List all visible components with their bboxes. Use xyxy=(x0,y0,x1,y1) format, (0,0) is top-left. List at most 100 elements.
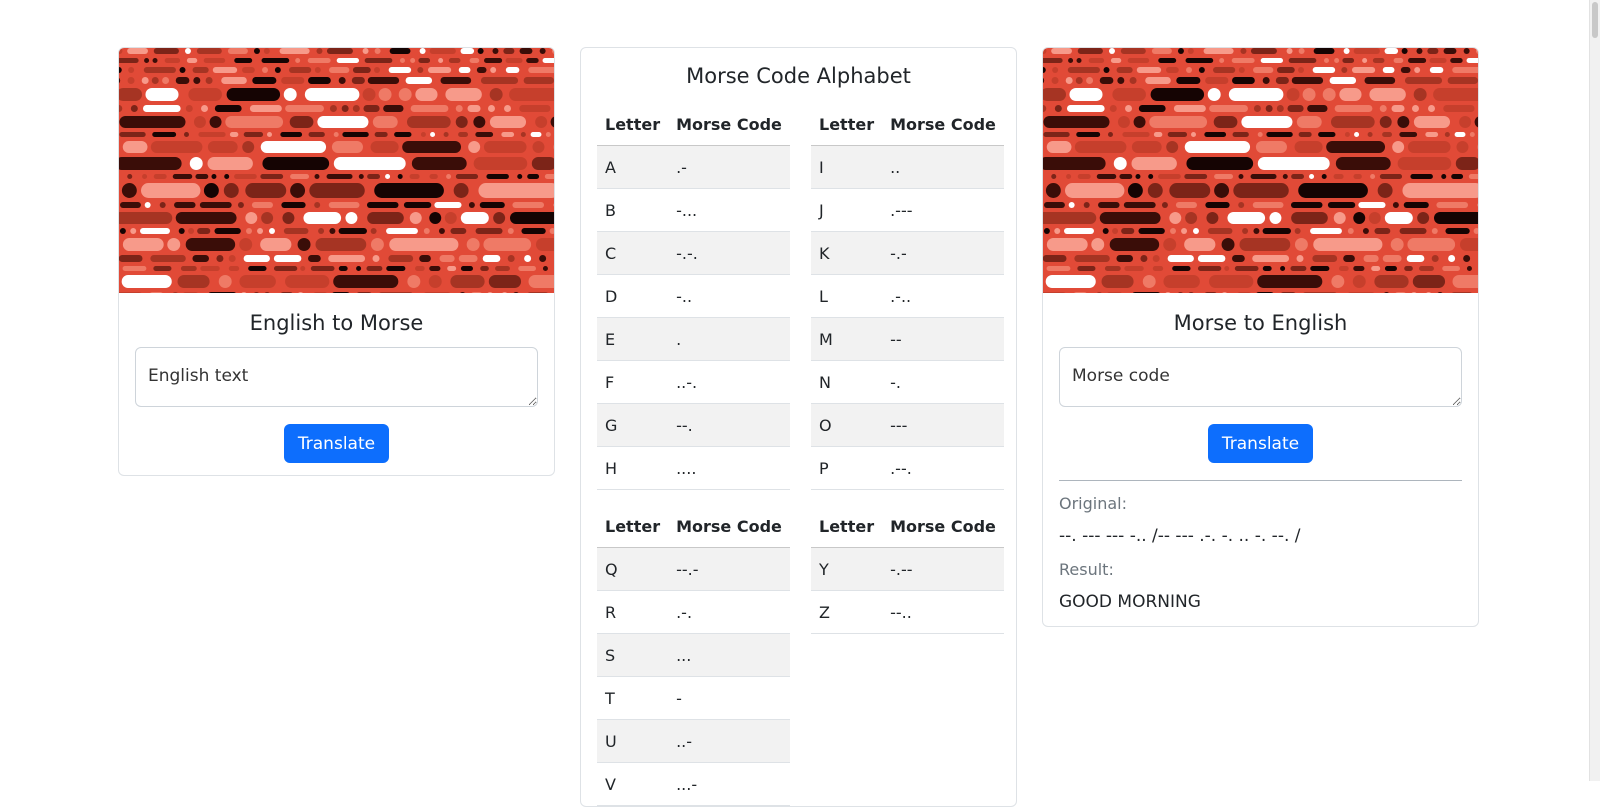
morse-code-cell: - xyxy=(668,676,790,720)
letter-cell: B xyxy=(597,188,669,232)
morse-code-cell: .... xyxy=(668,446,790,490)
alphabet-row: O --- xyxy=(811,403,1004,447)
translate-to-english-button[interactable]: Translate xyxy=(1207,424,1314,463)
alphabet-row: A .- xyxy=(597,145,790,189)
alphabet-row: P .--. xyxy=(811,446,1004,490)
morse-code-cell: .. xyxy=(882,145,1004,189)
morse-code-cell: ... xyxy=(668,633,790,677)
letter-cell: Z xyxy=(811,590,883,634)
alphabet-table-q-x: Letter Morse Code Q --.- R .-. S... T - U ..- V ...- xyxy=(597,505,790,806)
letter-cell: L xyxy=(811,274,883,318)
letter-cell: T xyxy=(597,676,669,720)
result-label: Result: xyxy=(1059,560,1114,579)
alphabet-row: I.. xyxy=(811,145,1004,189)
result-value: GOOD MORNING xyxy=(1059,592,1201,612)
alphabet-row: Q --.- xyxy=(597,547,790,591)
alphabet-row: U ..- xyxy=(597,719,790,763)
morse-code-cell: ...- xyxy=(668,762,790,806)
morse-code-cell: -- xyxy=(882,317,1004,361)
morse-code-cell: --. xyxy=(668,403,790,447)
letter-cell: M xyxy=(811,317,883,361)
english-to-morse-card: English to Morse Translate xyxy=(118,47,555,476)
header-morse-code: Morse Code xyxy=(882,103,1004,146)
alphabet-row: B -... xyxy=(597,188,790,232)
alphabet-row: N -. xyxy=(811,360,1004,404)
morse-code-cell: --- xyxy=(882,403,1004,447)
morse-code-cell: --.. xyxy=(882,590,1004,634)
morse-code-cell: -.- xyxy=(882,231,1004,275)
header-morse-code: Morse Code xyxy=(668,505,790,548)
morse-code-cell: -.-- xyxy=(882,547,1004,591)
letter-cell: F xyxy=(597,360,669,404)
morse-code-input[interactable] xyxy=(1059,347,1462,407)
letter-cell: S xyxy=(597,633,669,677)
translation-result: Original: --. --- --- -.. /-- --- .-. -.… xyxy=(1059,480,1462,614)
alphabet-row: G --. xyxy=(597,403,790,447)
original-label: Original: xyxy=(1059,494,1127,513)
header-letter: Letter xyxy=(597,103,669,146)
alphabet-row: V ...- xyxy=(597,762,790,806)
alphabet-row: T- xyxy=(597,676,790,720)
english-text-input[interactable] xyxy=(135,347,538,407)
letter-cell: J xyxy=(811,188,883,232)
alphabet-row: J .--- xyxy=(811,188,1004,232)
morse-code-cell: -.-. xyxy=(668,231,790,275)
letter-cell: V xyxy=(597,762,669,806)
alphabet-row: E. xyxy=(597,317,790,361)
morse-code-cell: .--- xyxy=(882,188,1004,232)
morse-alphabet-title: Morse Code Alphabet xyxy=(686,64,911,88)
morse-code-cell: .- xyxy=(668,145,790,189)
original-value: --. --- --- -.. /-- --- .-. -. .. -. --.… xyxy=(1059,526,1301,546)
morse-code-cell: .--. xyxy=(882,446,1004,490)
header-morse-code: Morse Code xyxy=(668,103,790,146)
alphabet-row: H.... xyxy=(597,446,790,490)
morse-code-cell: -. xyxy=(882,360,1004,404)
header-letter: Letter xyxy=(597,505,669,548)
scrollbar-thumb[interactable] xyxy=(1592,2,1598,38)
alphabet-row: Z --.. xyxy=(811,590,1004,634)
morse-code-cell: .-. xyxy=(668,590,790,634)
letter-cell: O xyxy=(811,403,883,447)
morse-alphabet-card: Morse Code Alphabet Letter Morse Code A .- B… xyxy=(580,47,1017,807)
letter-cell: A xyxy=(597,145,669,189)
letter-cell: G xyxy=(597,403,669,447)
letter-cell: Q xyxy=(597,547,669,591)
letter-cell: C xyxy=(597,231,669,275)
letter-cell: K xyxy=(811,231,883,275)
alphabet-row: R .-. xyxy=(597,590,790,634)
morse-code-cell: -.. xyxy=(668,274,790,318)
letter-cell: P xyxy=(811,446,883,490)
alphabet-row: D -.. xyxy=(597,274,790,318)
morse-code-cell: . xyxy=(668,317,790,361)
alphabet-row: C -.-. xyxy=(597,231,790,275)
letter-cell: H xyxy=(597,446,669,490)
letter-cell: R xyxy=(597,590,669,634)
alphabet-row: S... xyxy=(597,633,790,677)
morse-code-cell: --.- xyxy=(668,547,790,591)
morse-code-cell: ..- xyxy=(668,719,790,763)
header-letter: Letter xyxy=(811,505,883,548)
morse-to-english-card: Morse to English Translate Original: --.… xyxy=(1042,47,1479,627)
english-to-morse-title: English to Morse xyxy=(249,311,424,335)
letter-cell: I xyxy=(811,145,883,189)
morse-pattern-banner xyxy=(1043,48,1478,293)
letter-cell: D xyxy=(597,274,669,318)
morse-code-cell: ..-. xyxy=(668,360,790,404)
alphabet-table-y-z: Letter Morse Code Y -.-- Z --.. xyxy=(811,505,1004,634)
alphabet-row: Y -.-- xyxy=(811,547,1004,591)
letter-cell: E xyxy=(597,317,669,361)
page-scrollbar[interactable] xyxy=(1589,0,1600,781)
header-morse-code: Morse Code xyxy=(882,505,1004,548)
letter-cell: U xyxy=(597,719,669,763)
alphabet-row: L .-.. xyxy=(811,274,1004,318)
morse-code-cell: -... xyxy=(668,188,790,232)
letter-cell: N xyxy=(811,360,883,404)
morse-pattern-banner xyxy=(119,48,554,293)
alphabet-table-a-h: Letter Morse Code A .- B -... C -.-. D -.. E. F ..-.… xyxy=(597,103,790,490)
alphabet-row: M -- xyxy=(811,317,1004,361)
alphabet-row: K -.- xyxy=(811,231,1004,275)
alphabet-table-i-p: Letter Morse Code I.. J .--- K -.- L .-.. M -- N -. O… xyxy=(811,103,1004,490)
translate-to-morse-button[interactable]: Translate xyxy=(283,424,390,463)
morse-code-cell: .-.. xyxy=(882,274,1004,318)
morse-to-english-title: Morse to English xyxy=(1173,311,1348,335)
